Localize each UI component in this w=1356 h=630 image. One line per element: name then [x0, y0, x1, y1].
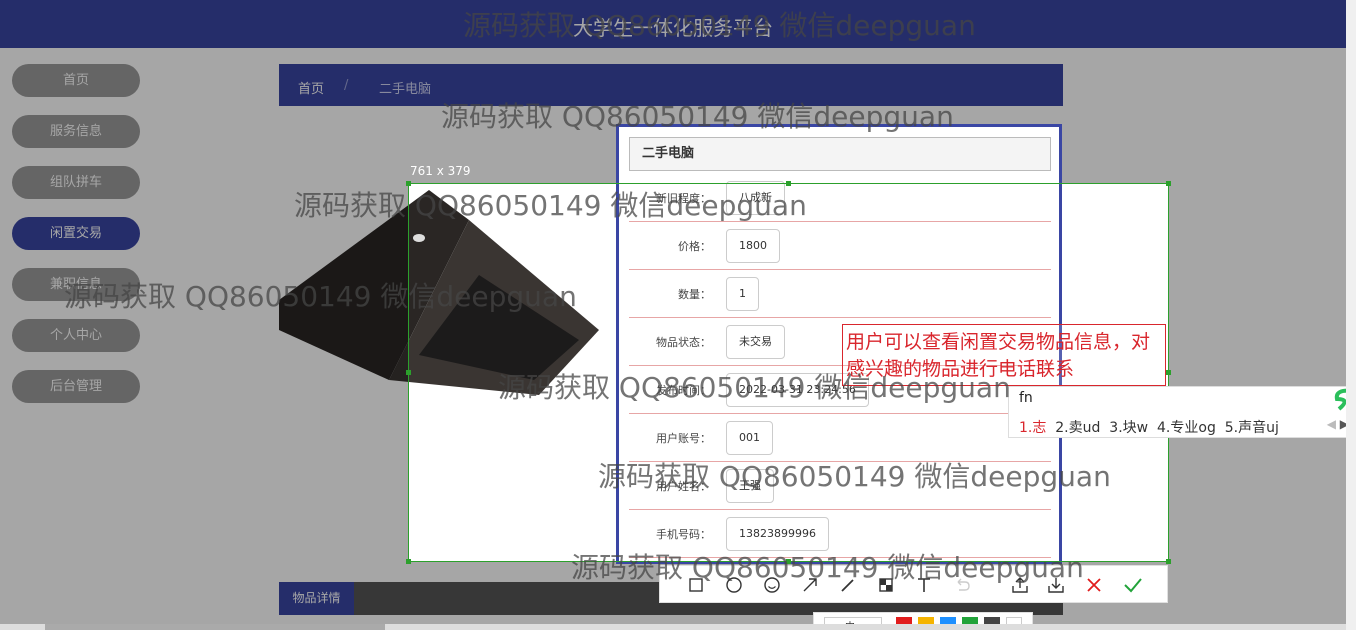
ellipse-tool-icon[interactable] [723, 574, 745, 596]
selection-handle-left[interactable] [406, 370, 411, 375]
download-icon[interactable] [1045, 574, 1067, 596]
rectangle-tool-icon[interactable] [685, 574, 707, 596]
ime-candidate-window: fn 1.志 2.卖ud 3.块w 4.专业og 5.声音uj ◀ ▶ [1008, 386, 1356, 438]
emoji-tool-icon[interactable] [761, 574, 783, 596]
pen-tool-icon[interactable] [837, 574, 859, 596]
selection-handle-top-left[interactable] [406, 181, 411, 186]
selection-handle-top[interactable] [786, 181, 791, 186]
detail-title: 二手电脑 [629, 137, 1051, 171]
ime-candidate-4[interactable]: 4.专业og [1157, 420, 1216, 436]
selection-handle-bottom-right[interactable] [1166, 559, 1171, 564]
selection-handle-bottom[interactable] [786, 559, 791, 564]
share-icon[interactable] [1009, 574, 1031, 596]
mosaic-tool-icon[interactable] [875, 574, 897, 596]
screenshot-toolbar [659, 565, 1168, 603]
selection-handle-right[interactable] [1166, 370, 1171, 375]
selection-handle-top-right[interactable] [1166, 181, 1171, 186]
cancel-icon[interactable] [1083, 574, 1105, 596]
horizontal-scrollbar-thumb[interactable] [45, 624, 385, 630]
selection-handle-bottom-left[interactable] [406, 559, 411, 564]
arrow-tool-icon[interactable] [799, 574, 821, 596]
ime-input-text: fn [1019, 390, 1033, 406]
ime-candidates: 1.志 2.卖ud 3.块w 4.专业og 5.声音uj [1019, 417, 1279, 437]
confirm-icon[interactable] [1122, 574, 1144, 596]
text-tool-icon[interactable] [913, 574, 935, 596]
ime-candidate-5[interactable]: 5.声音uj [1225, 420, 1279, 436]
vertical-scrollbar[interactable] [1346, 0, 1356, 630]
horizontal-scrollbar[interactable] [0, 624, 1346, 630]
ime-candidate-1[interactable]: 1.志 [1019, 420, 1046, 436]
undo-icon[interactable] [951, 574, 973, 596]
text-annotation[interactable]: 用户可以查看闲置交易物品信息，对感兴趣的物品进行电话联系 [842, 324, 1166, 386]
ime-candidate-3[interactable]: 3.块w [1109, 420, 1148, 436]
ime-candidate-2[interactable]: 2.卖ud [1055, 420, 1100, 436]
selection-size-label: 761 x 379 [410, 164, 471, 178]
